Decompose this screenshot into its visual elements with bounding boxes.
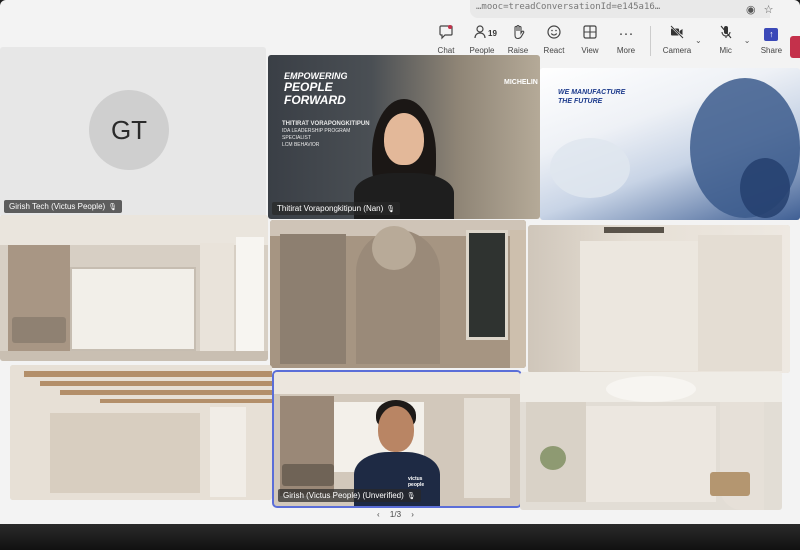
smiley-icon [546,24,562,44]
people-button[interactable]: 19 People [464,22,500,55]
monitor-screen: …mooc=treadConversationId=e145a16… ◉ ☆ Ch… [0,0,800,524]
shirt-logo-text: victus people [408,476,425,488]
participant-name-tag: Girish Tech (Victus People) 🎙 [4,200,123,213]
raise-hand-button[interactable]: Raise [500,22,536,55]
react-button[interactable]: React [536,22,572,55]
participant-name: Girish Tech (Victus People) [9,202,106,211]
participant-tile-room-4[interactable] [10,365,272,500]
raise-label: Raise [507,46,529,55]
mic-muted-icon: 🎙 [108,204,118,211]
ellipsis-icon: ··· [618,25,634,42]
participant-tile-gt[interactable]: GT Girish Tech (Victus People) 🎙 [0,47,266,217]
toolbar-divider [650,26,651,56]
camera-label: Camera [662,46,692,55]
hand-icon [510,24,526,44]
participant-tile-presenter[interactable]: EMPOWERING PEOPLE FORWARD THITIRAT VORAP… [268,55,540,219]
camera-button[interactable]: Camera [659,22,695,55]
participant-tile-room-5[interactable] [520,372,782,510]
headline-line-3: FORWARD [284,93,346,107]
participant-name-tag: Girish (Victus People) (Unverified) 🎙 [278,489,421,502]
gallery-pager: ‹ 1/3 › [373,510,418,519]
share-label: Share [760,46,783,55]
participant-name-tag: Thitirat Vorapongkitipun (Nan) 🎙 [272,202,401,215]
subtitle-role-1: IDA LEADERSHIP PROGRAM SPECIALIST [282,128,351,141]
react-label: React [543,46,565,55]
background-subtitle: THITIRAT VORAPONGKITIPUN IDA LEADERSHIP … [282,121,372,149]
leave-button[interactable] [790,36,800,58]
camera-options-chevron-down-icon[interactable]: ⌄ [695,22,702,45]
chat-label: Chat [437,46,455,55]
view-label: View [581,46,599,55]
chat-icon [438,24,454,44]
share-screen-icon: ↑ [764,28,779,41]
participant-tile-room-1[interactable] [0,215,268,361]
participant-name: Thitirat Vorapongkitipun (Nan) [277,204,384,213]
mic-label: Mic [719,46,732,55]
slogan-line-1: WE MANUFACTURE [558,89,626,96]
page-indicator: 1/3 [389,510,402,519]
star-icon[interactable]: ☆ [764,4,774,16]
participant-name: Girish (Victus People) (Unverified) [283,491,404,500]
people-icon: 19 [474,24,497,44]
next-page-chevron-right-icon[interactable]: › [411,510,414,519]
people-label: People [469,46,495,55]
people-count: 19 [488,29,497,38]
background-headline: EMPOWERING PEOPLE FORWARD [284,71,348,107]
prev-page-chevron-left-icon[interactable]: ‹ [377,510,380,519]
view-button[interactable]: View [572,22,608,55]
participant-tile-girish[interactable]: victus people Girish (Victus People) (Un… [272,370,522,508]
browser-address-bar[interactable]: …mooc=treadConversationId=e145a16… [470,0,770,18]
mic-button[interactable]: Mic [708,22,744,55]
subtitle-role-2: LCM BEHAVIOR [282,142,320,148]
participant-tile-room-3[interactable] [528,225,790,373]
grid-icon [582,24,598,44]
monitor-bezel [0,524,800,550]
browser-icons: ◉ ☆ [746,3,781,16]
mic-options-chevron-down-icon[interactable]: ⌄ [744,22,751,45]
subtitle-name: THITIRAT VORAPONGKITIPUN [282,121,370,127]
participant-tile-branded[interactable]: WE MANUFACTURE THE FUTURE [540,68,800,220]
extension-icon[interactable]: ◉ [746,4,756,16]
chat-button[interactable]: Chat [428,22,464,55]
share-button[interactable]: ↑ Share [756,22,786,55]
mic-icon: 🎙 [386,206,396,213]
address-text: …mooc=treadConversationId=e145a16… [476,2,661,12]
camera-off-icon [669,24,685,44]
avatar: GT [89,90,169,170]
slogan-line-2: THE FUTURE [558,98,603,105]
background-logo: MICHELIN [504,79,538,86]
participant-tile-room-2[interactable] [270,220,526,368]
more-label: More [616,46,636,55]
more-button[interactable]: ··· More [608,22,644,55]
background-slogan: WE MANUFACTURE THE FUTURE [558,88,625,106]
mic-icon: 🎙 [406,493,416,500]
mic-off-icon [718,24,734,44]
